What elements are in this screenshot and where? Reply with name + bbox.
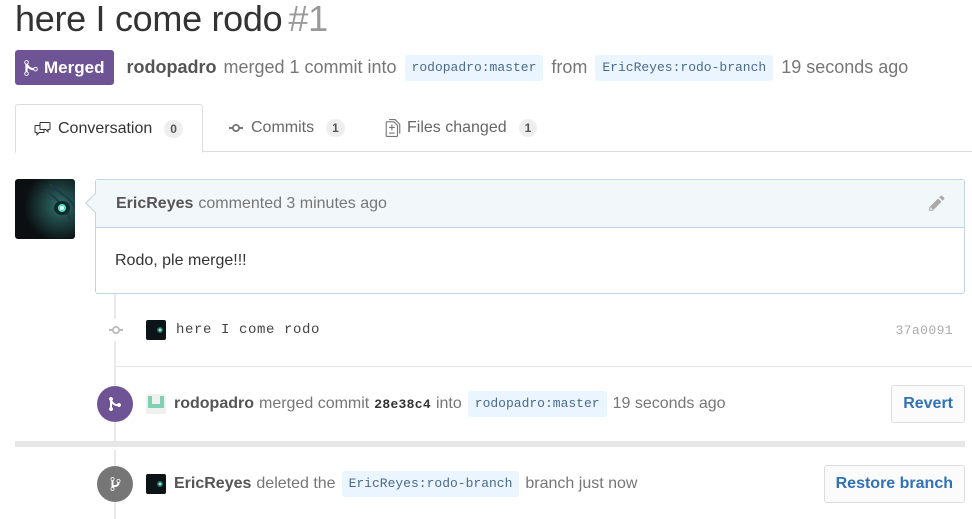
comment-action: commented 3 minutes ago [198, 194, 387, 212]
merged-state-label: Merged [44, 57, 105, 77]
git-merge-icon [24, 59, 38, 76]
tab-commits-label: Commits [251, 119, 315, 136]
diff-icon [385, 119, 401, 137]
git-branch-icon [97, 466, 133, 502]
pr-title-text: here I come rodo [15, 0, 283, 39]
deleted-branch-ref[interactable]: EricReyes:rodo-branch [341, 471, 520, 497]
comment-discussion-icon [34, 121, 51, 136]
merger-avatar[interactable] [146, 394, 166, 414]
comment-author-avatar[interactable] [15, 179, 75, 239]
pr-number: #1 [288, 0, 328, 39]
timeline-divider [15, 441, 965, 447]
commit-sha[interactable]: 37a0091 [896, 323, 953, 338]
tab-files-changed-label: Files changed [407, 119, 507, 136]
from-text: from [551, 57, 588, 77]
pr-tabs: Conversation 0 Commits 1 Files changed 1 [15, 104, 972, 153]
git-commit-icon [105, 319, 127, 341]
tab-commits-count: 1 [326, 119, 345, 137]
tab-conversation-label: Conversation [58, 119, 153, 137]
pr-title: here I come rodo #1 [15, 0, 328, 40]
comment-author[interactable]: EricReyes [116, 195, 193, 213]
git-commit-icon [229, 124, 243, 132]
head-branch-ref[interactable]: EricReyes:rodo-branch [595, 54, 774, 81]
commit-row: here I come rodo 37a0091 [105, 316, 965, 344]
merged-state-badge: Merged [15, 50, 115, 85]
pr-meta: Merged rodopadro merged 1 commit into ro… [15, 50, 910, 85]
comment-header: EricReyes commented 3 minutes ago [96, 180, 964, 228]
delete-branch-event: EricReyes deleted the EricReyes:rodo-bra… [97, 465, 972, 503]
revert-button[interactable]: Revert [891, 385, 965, 423]
comment-body: Rodo, ple merge!!! [115, 252, 247, 269]
merge-event-actor[interactable]: rodopadro [174, 395, 254, 413]
merge-event-into: into [435, 395, 462, 412]
delete-event-actor[interactable]: EricReyes [174, 475, 251, 493]
delete-event-text: deleted the [256, 475, 336, 492]
tab-files-changed-count: 1 [518, 119, 538, 137]
merge-event-ref[interactable]: rodopadro:master [467, 391, 607, 417]
deleter-avatar[interactable] [146, 474, 166, 494]
merge-event-text: merged commit [259, 395, 370, 412]
commit-author-avatar[interactable] [146, 320, 166, 340]
tab-conversation[interactable]: Conversation 0 [15, 104, 203, 153]
comment-box: EricReyes commented 3 minutes ago Rodo, … [85, 179, 965, 294]
timeline-separator [116, 366, 972, 367]
merge-time: 19 seconds ago [781, 57, 909, 77]
commit-message[interactable]: here I come rodo [176, 322, 320, 338]
merge-summary-text: merged 1 commit into [223, 57, 397, 77]
merge-event: rodopadro merged commit 28e38c4 into rod… [97, 385, 972, 423]
tab-conversation-count: 0 [164, 119, 183, 138]
tab-commits[interactable]: Commits 1 [227, 104, 345, 152]
git-merge-icon [97, 386, 133, 422]
restore-branch-button[interactable]: Restore branch [823, 465, 965, 503]
merge-event-time: 19 seconds ago [612, 395, 726, 412]
tab-files-changed[interactable]: Files changed 1 [385, 104, 538, 152]
merge-commit-sha[interactable]: 28e38c4 [374, 397, 431, 412]
pencil-icon[interactable] [928, 194, 946, 217]
delete-event-suffix: branch just now [525, 475, 638, 492]
merger-link[interactable]: rodopadro [126, 57, 216, 78]
base-branch-ref[interactable]: rodopadro:master [404, 54, 544, 81]
